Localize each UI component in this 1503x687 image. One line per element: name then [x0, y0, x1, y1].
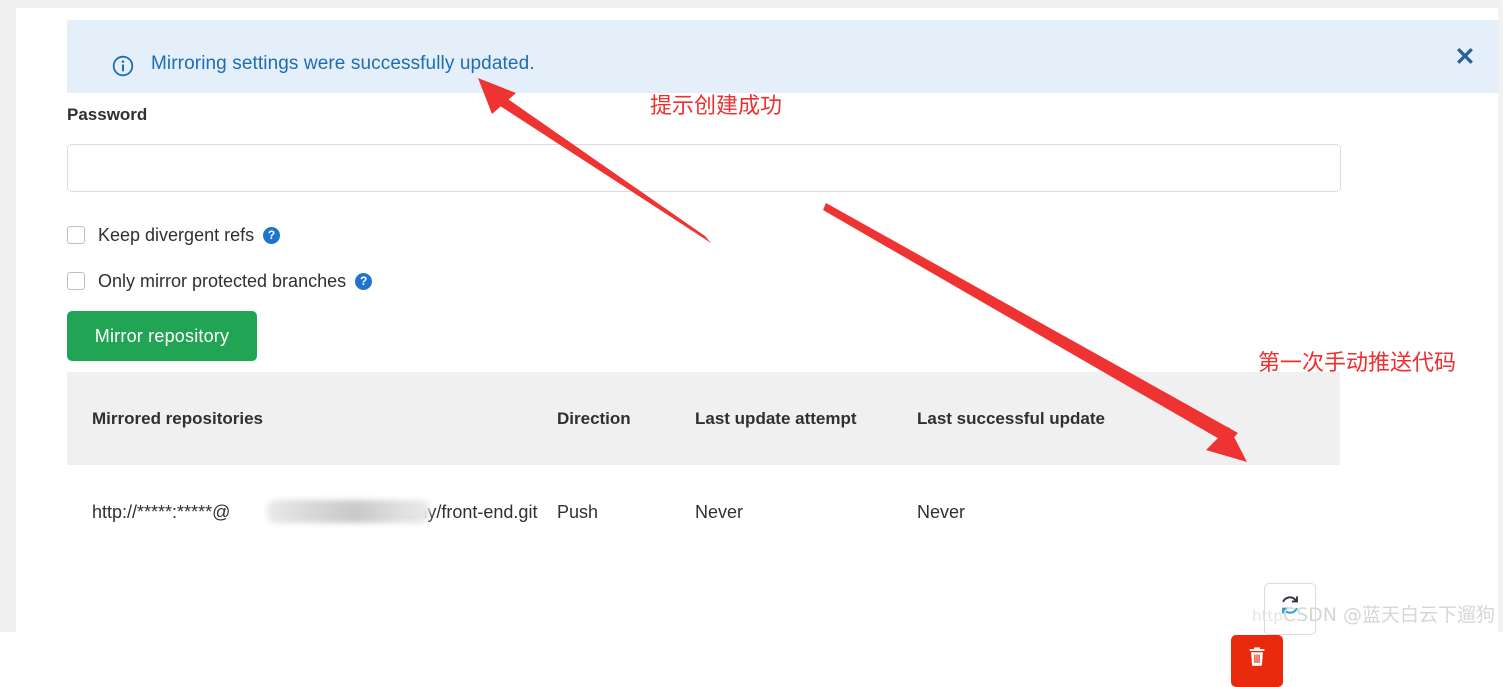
last-update-attempt-cell: Never: [695, 502, 744, 522]
header-direction: Direction: [557, 409, 631, 428]
only-mirror-protected-branches-label: Only mirror protected branches: [98, 270, 347, 291]
mirror-repository-button[interactable]: Mirror repository: [67, 311, 257, 361]
alert-message: Mirroring settings were successfully upd…: [151, 53, 535, 74]
password-label: Password: [67, 105, 148, 124]
close-icon[interactable]: ✕: [1452, 44, 1478, 70]
keep-divergent-refs-row[interactable]: Keep divergent refs ?: [67, 224, 281, 246]
repo-url-cell: http://*****:*****@/sany/front-end.git: [67, 497, 557, 527]
trash-icon: [1247, 646, 1267, 676]
success-alert-banner: Mirroring settings were successfully upd…: [67, 20, 1498, 93]
question-circle-icon[interactable]: ?: [355, 272, 373, 290]
header-last-update-attempt: Last update attempt: [695, 409, 857, 428]
watermark-prefix: http: [1252, 607, 1283, 625]
header-last-successful-update: Last successful update: [917, 409, 1106, 428]
csdn-watermark: httpCSDN @蓝天白云下遛狗: [1252, 600, 1495, 627]
only-mirror-protected-branches-row[interactable]: Only mirror protected branches ?: [67, 270, 373, 292]
page-edge-left: [0, 0, 16, 632]
only-mirror-protected-branches-checkbox[interactable]: [67, 272, 85, 290]
blur-redaction-overlay: [267, 500, 430, 523]
question-circle-icon[interactable]: ?: [263, 226, 281, 244]
header-mirrored-repositories: Mirrored repositories: [92, 409, 263, 428]
main-content-area: Mirroring settings were successfully upd…: [16, 8, 1498, 687]
keep-divergent-refs-checkbox[interactable]: [67, 226, 85, 244]
info-circle-icon: [112, 55, 134, 77]
table-row: http://*****:*****@/sany/front-end.git P…: [67, 465, 1340, 687]
keep-divergent-refs-label: Keep divergent refs: [98, 224, 255, 245]
mirrored-repositories-table: Mirrored repositories Direction Last upd…: [67, 372, 1340, 687]
last-successful-update-cell: Never: [917, 502, 966, 522]
page-edge-top: [0, 0, 1503, 8]
delete-mirror-button[interactable]: [1231, 635, 1283, 687]
watermark-text: CSDN @蓝天白云下遛狗: [1282, 604, 1496, 626]
direction-cell: Push: [557, 502, 599, 522]
password-input[interactable]: [67, 144, 1341, 192]
repo-url-prefix: http://*****:*****@: [92, 502, 231, 522]
table-header-row: Mirrored repositories Direction Last upd…: [67, 372, 1340, 465]
page-scrollbar-track[interactable]: [1498, 0, 1503, 632]
